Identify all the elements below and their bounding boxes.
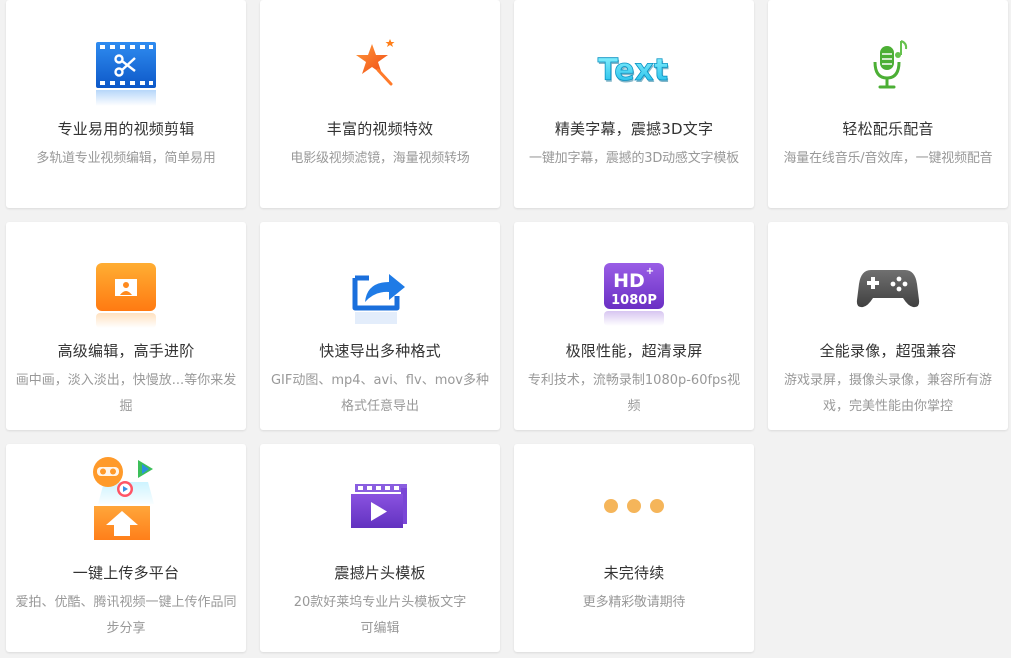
feature-title: 未完待续 <box>603 564 665 582</box>
svg-text:1080P: 1080P <box>611 293 657 308</box>
video-scissors-icon <box>6 34 246 114</box>
feature-card-intro-templates[interactable]: 震撼片头模板 20款好莱坞专业片头模板文字可编辑 <box>260 444 500 652</box>
feature-desc: 一键加字幕，震撼的3D动感文字模板 <box>529 151 739 166</box>
feature-title: 震撼片头模板 <box>334 564 426 582</box>
feature-desc: 爱拍、优酷、腾讯视频一键上传作品同步分享 <box>15 595 237 636</box>
feature-card-export-formats[interactable]: 快速导出多种格式 GIF动图、mp4、avi、flv、mov多种格式任意导出 <box>260 222 500 430</box>
feature-title: 高级编辑，高手进阶 <box>57 342 195 360</box>
feature-title: 快速导出多种格式 <box>319 342 441 360</box>
feature-card-subtitles[interactable]: Text Text 精美字幕，震撼3D文字 一键加字幕，震撼的3D动感文字模板 <box>514 0 754 208</box>
svg-text:Text: Text <box>598 53 669 88</box>
feature-desc: 更多精彩敬请期待 <box>582 595 686 610</box>
clapperboard-play-icon <box>260 480 500 560</box>
feature-desc: 画中画，淡入淡出，快慢放...等你来发掘 <box>15 373 237 414</box>
feature-title: 一键上传多平台 <box>72 564 180 582</box>
feature-card-hd-recording[interactable]: HD + 1080P 极限性能，超清录屏 专利技术，流畅录制1080p-60fp… <box>514 222 754 430</box>
svg-text:HD: HD <box>613 270 645 292</box>
svg-text:+: + <box>646 266 654 277</box>
feature-card-multi-upload[interactable]: 一键上传多平台 爱拍、优酷、腾讯视频一键上传作品同步分享 <box>6 444 246 652</box>
feature-desc: 游戏录屏，摄像头录像，兼容所有游戏，完美性能由你掌控 <box>783 373 992 414</box>
feature-card-video-effects[interactable]: 丰富的视频特效 电影级视频滤镜，海量视频转场 <box>260 0 500 208</box>
feature-desc: 20款好莱坞专业片头模板文字可编辑 <box>293 595 467 636</box>
feature-title: 全能录像，超强兼容 <box>819 342 957 360</box>
feature-card-coming-soon[interactable]: 未完待续 更多精彩敬请期待 <box>514 444 754 652</box>
feature-title: 轻松配乐配音 <box>842 120 934 138</box>
upload-platforms-icon <box>6 452 246 540</box>
feature-title: 专业易用的视频剪辑 <box>57 120 195 138</box>
feature-card-music-voice[interactable]: 轻松配乐配音 海量在线音乐/音效库，一键视频配音 <box>768 0 1008 208</box>
gamepad-icon <box>768 256 1008 336</box>
hd-1080p-icon: HD + 1080P <box>514 256 754 336</box>
feature-card-full-recording[interactable]: 全能录像，超强兼容 游戏录屏，摄像头录像，兼容所有游戏，完美性能由你掌控 <box>768 222 1008 430</box>
feature-card-video-editing[interactable]: 专业易用的视频剪辑 多轨道专业视频编辑，简单易用 <box>6 0 246 208</box>
feature-desc: 多轨道专业视频编辑，简单易用 <box>36 151 216 166</box>
feature-desc: 海量在线音乐/音效库，一键视频配音 <box>783 151 993 166</box>
feature-desc: 专利技术，流畅录制1080p-60fps视频 <box>527 373 741 414</box>
picture-in-picture-icon <box>6 256 246 336</box>
feature-title: 精美字幕，震撼3D文字 <box>554 120 714 138</box>
microphone-music-icon <box>768 34 1008 114</box>
feature-desc: GIF动图、mp4、avi、flv、mov多种格式任意导出 <box>270 373 490 414</box>
text-3d-icon: Text Text <box>514 34 754 114</box>
feature-title: 极限性能，超清录屏 <box>565 342 703 360</box>
magic-star-icon <box>260 34 500 114</box>
feature-grid: 专业易用的视频剪辑 多轨道专业视频编辑，简单易用 丰富的视频特效 电影级视频滤镜… <box>6 0 1008 652</box>
export-share-icon <box>260 256 500 336</box>
feature-card-advanced-editing[interactable]: 高级编辑，高手进阶 画中画，淡入淡出，快慢放...等你来发掘 <box>6 222 246 430</box>
feature-desc: 电影级视频滤镜，海量视频转场 <box>290 151 470 166</box>
feature-title: 丰富的视频特效 <box>326 120 434 138</box>
